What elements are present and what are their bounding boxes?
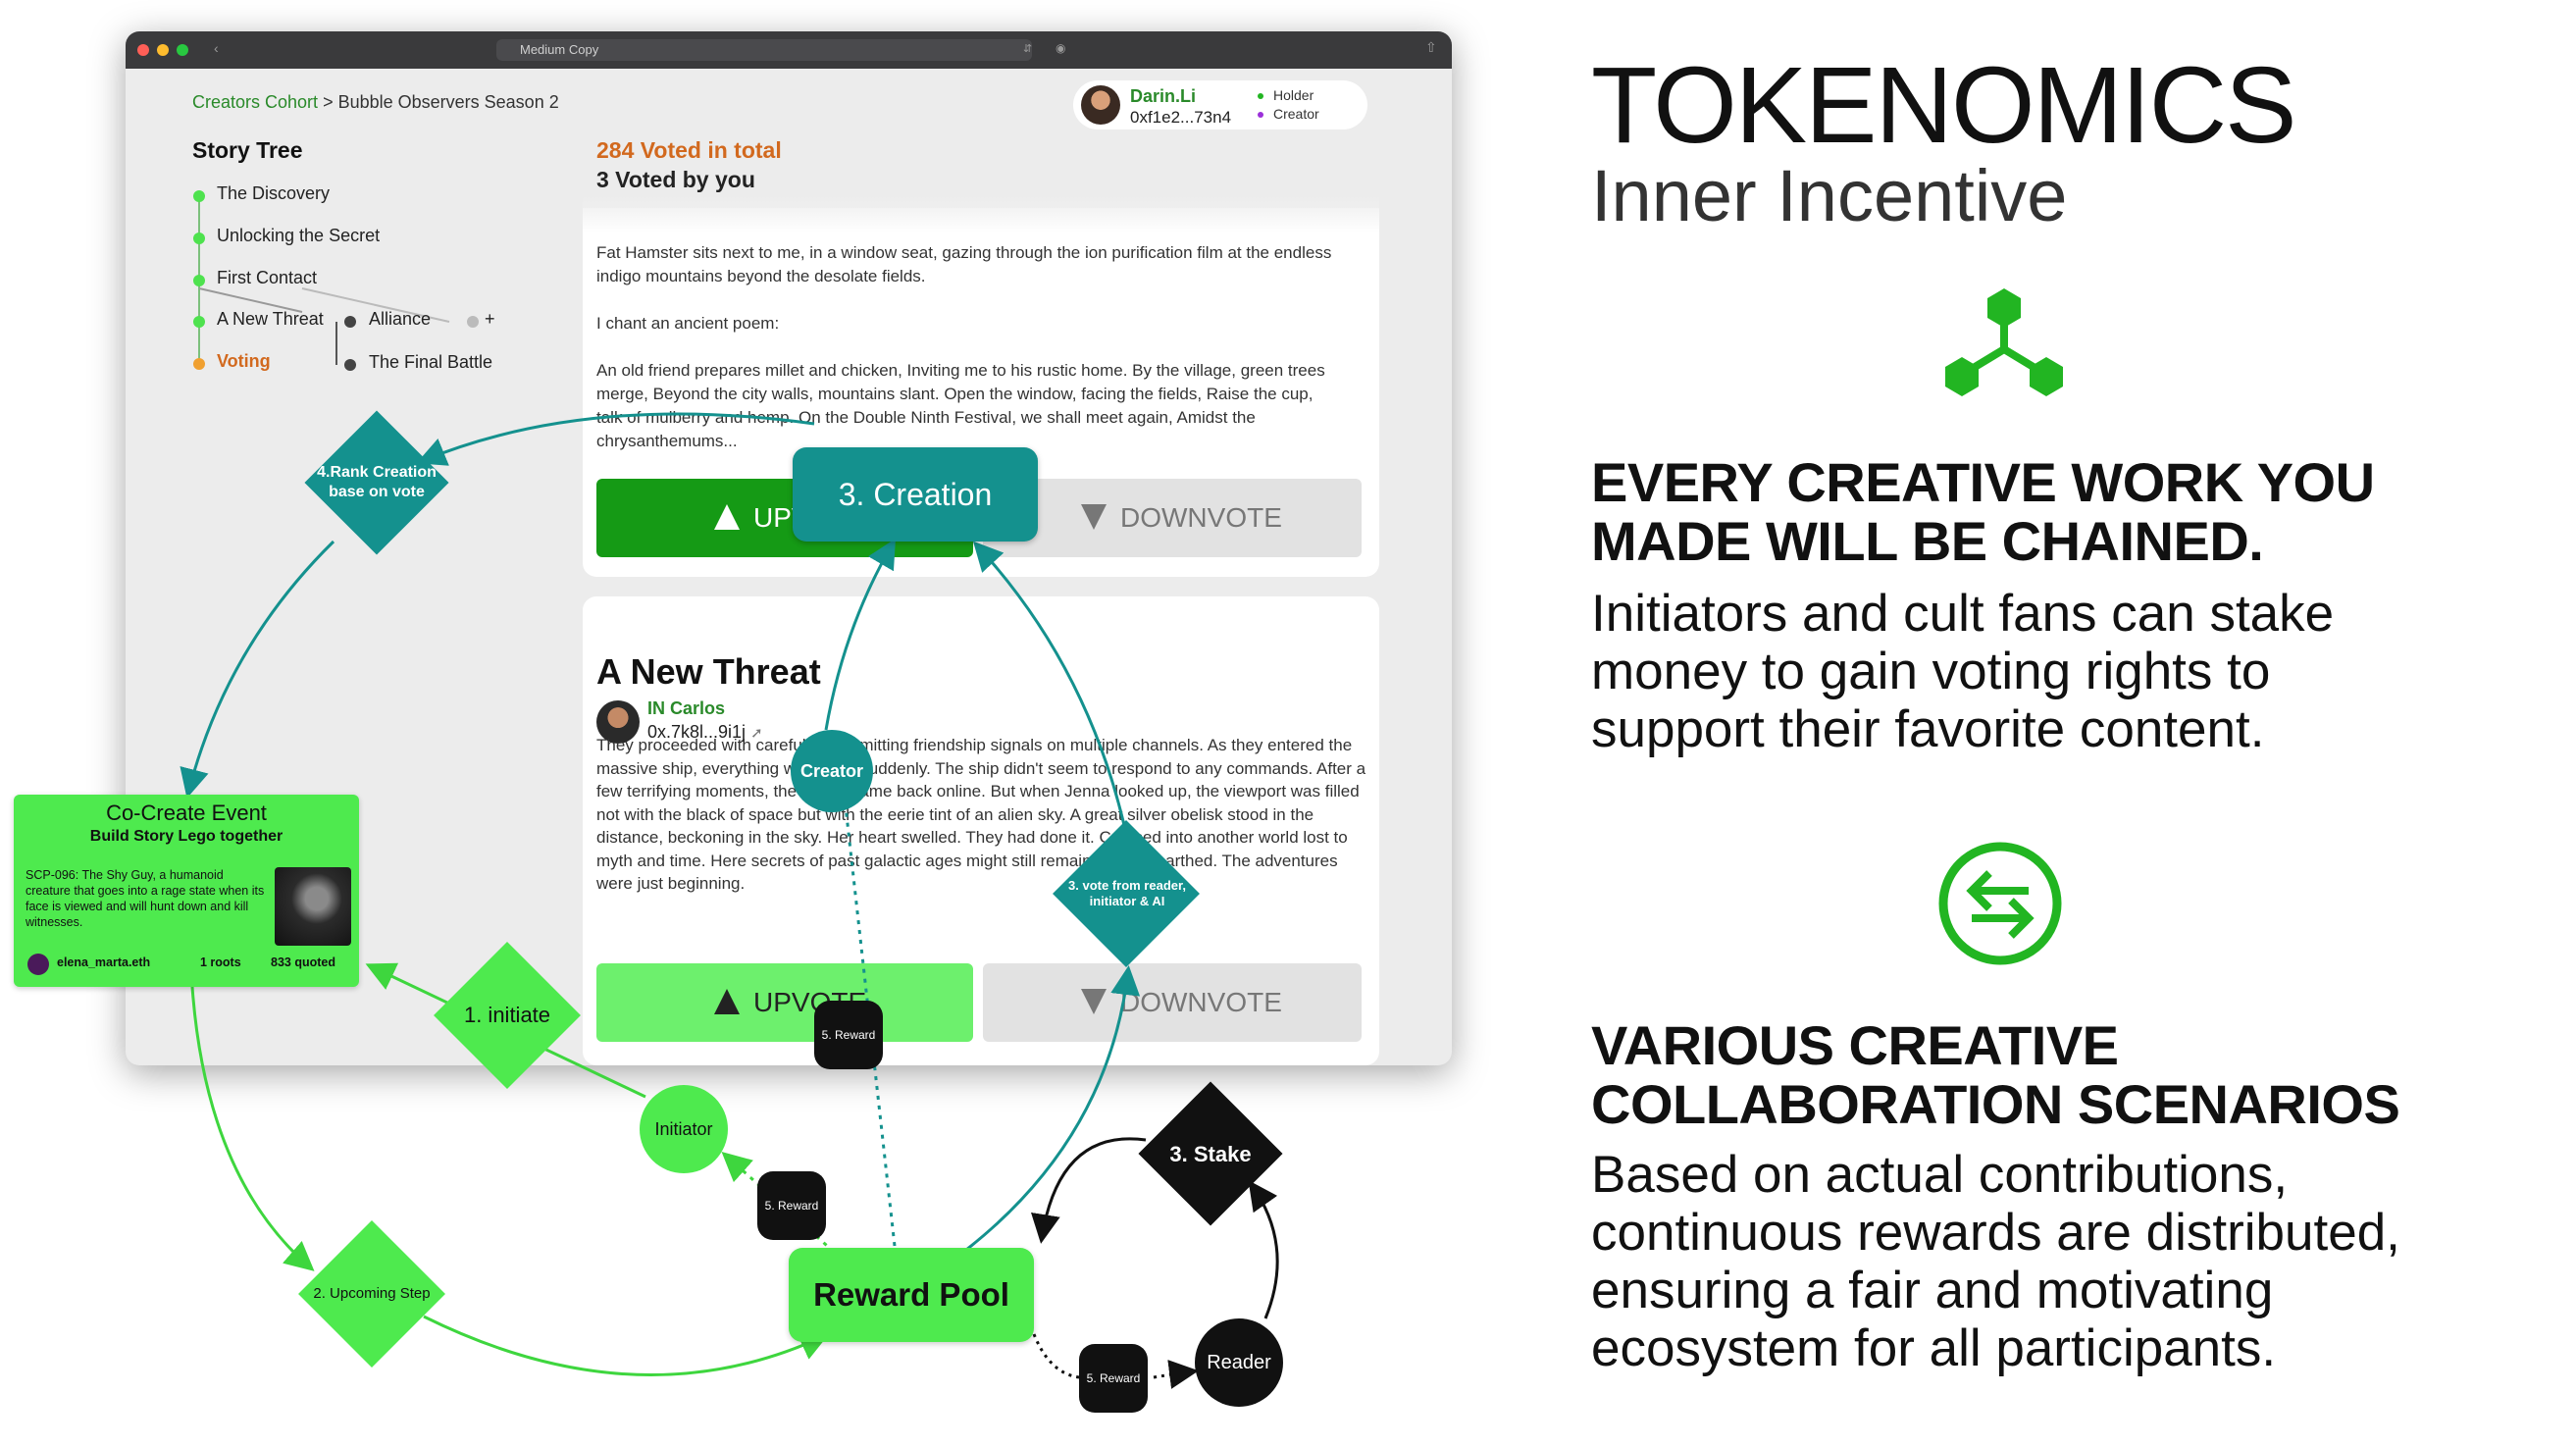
tree-node-active — [193, 358, 205, 370]
network-icon — [1945, 288, 2063, 396]
reward-pool-node: Reward Pool — [789, 1248, 1034, 1342]
card1-downvote-button[interactable]: DOWNVOTE — [983, 479, 1362, 557]
section2-heading-line2: COLLABORATION SCENARIOS — [1591, 1073, 2400, 1135]
stake-diamond — [1138, 1081, 1283, 1226]
author-name[interactable]: IN Carlos — [647, 698, 725, 719]
down-triangle-icon — [1081, 988, 1107, 1014]
section2-body-line1: Based on actual contributions, — [1591, 1146, 2289, 1204]
card-fade — [583, 194, 1379, 233]
shield-icon: ◉ — [1056, 41, 1066, 55]
votes-total: 284 Voted in total — [596, 137, 782, 163]
card2-upvote-button[interactable]: UPVOTE — [596, 963, 973, 1042]
user-name: Darin.Li — [1130, 86, 1197, 106]
card1-para-3: An old friend prepares millet and chicke… — [596, 361, 1325, 450]
card1-para-2: I chant an ancient poem: — [596, 314, 780, 333]
upcoming-diamond — [298, 1220, 445, 1368]
panel-subtitle: Inner Incentive — [1591, 155, 2068, 236]
tree-item-first-contact[interactable]: First Contact — [217, 268, 317, 288]
role-creator: Creator — [1258, 106, 1319, 122]
upcoming-label: 2. Upcoming Step — [313, 1285, 431, 1302]
role-holder: Holder — [1258, 87, 1314, 103]
tree-item-discovery[interactable]: The Discovery — [217, 183, 330, 204]
up-triangle-icon — [714, 503, 740, 530]
section1-body-line3: support their favorite content. — [1591, 700, 2265, 758]
browser-window: ‹ ⚑ Medium Copy ⇵ ◉ ⇧ Creators Cohort > … — [126, 31, 1452, 1065]
section1-body-line1: Initiators and cult fans can stake — [1591, 585, 2335, 643]
card2-title: A New Threat — [596, 651, 821, 692]
user-profile[interactable]: Darin.Li 0xf1e2...73n4 Holder Creator — [1073, 80, 1367, 129]
tree-item-voting[interactable]: Voting — [217, 351, 271, 372]
card1-upvote-button[interactable]: UPVOTE — [596, 479, 973, 557]
card2-text: They proceeded with carefully transmitti… — [596, 736, 1366, 893]
section1-heading-line1: EVERY CREATIVE WORK YOU — [1591, 451, 2375, 513]
tree-node — [467, 316, 479, 328]
tree-item-final-battle[interactable]: The Final Battle — [369, 352, 492, 373]
section2-heading-line1: VARIOUS CREATIVE — [1591, 1014, 2119, 1076]
tree-node — [193, 275, 205, 286]
section1-heading-line2: MADE WILL BE CHAINED. — [1591, 510, 2264, 572]
tree-node — [344, 316, 356, 328]
user-address: 0xf1e2...73n4 — [1130, 108, 1232, 127]
up-triangle-icon — [714, 988, 740, 1014]
tree-item-unlocking[interactable]: Unlocking the Secret — [217, 226, 380, 246]
tree-item-new-threat[interactable]: A New Threat — [217, 309, 324, 330]
tree-node — [193, 190, 205, 202]
chevron-updown-icon[interactable]: ⇵ — [1023, 42, 1032, 55]
reward-badge: 5. Reward — [757, 1171, 826, 1240]
down-triangle-icon — [1081, 503, 1107, 530]
card1-para-1: Fat Hamster sits next to me, in a window… — [596, 243, 1332, 285]
share-icon[interactable]: ⇧ — [1425, 39, 1437, 56]
reward-badge: 5. Reward — [1079, 1344, 1148, 1413]
reader-node: Reader — [1195, 1318, 1283, 1407]
panel-title: TOKENOMICS — [1591, 45, 2297, 166]
section2-body-line2: continuous rewards are distributed, — [1591, 1204, 2400, 1262]
exchange-icon — [1938, 842, 2062, 965]
add-branch-button[interactable]: + — [485, 309, 495, 330]
tree-node — [344, 359, 356, 371]
stake-label: 3. Stake — [1169, 1142, 1252, 1166]
avatar — [27, 954, 49, 975]
tree-node — [193, 232, 205, 244]
votes-you: 3 Voted by you — [596, 167, 755, 192]
card2-downvote-button[interactable]: DOWNVOTE — [983, 963, 1362, 1042]
section2-body-line4: ecosystem for all participants. — [1591, 1319, 2277, 1377]
avatar — [1081, 85, 1120, 125]
section2-body-line3: ensuring a fair and motivating — [1591, 1262, 2274, 1319]
initiator-node: Initiator — [640, 1085, 728, 1173]
section1-body-line2: money to gain voting rights to — [1591, 643, 2271, 700]
tree-node — [193, 316, 205, 328]
tree-item-alliance[interactable]: Alliance — [369, 309, 431, 330]
